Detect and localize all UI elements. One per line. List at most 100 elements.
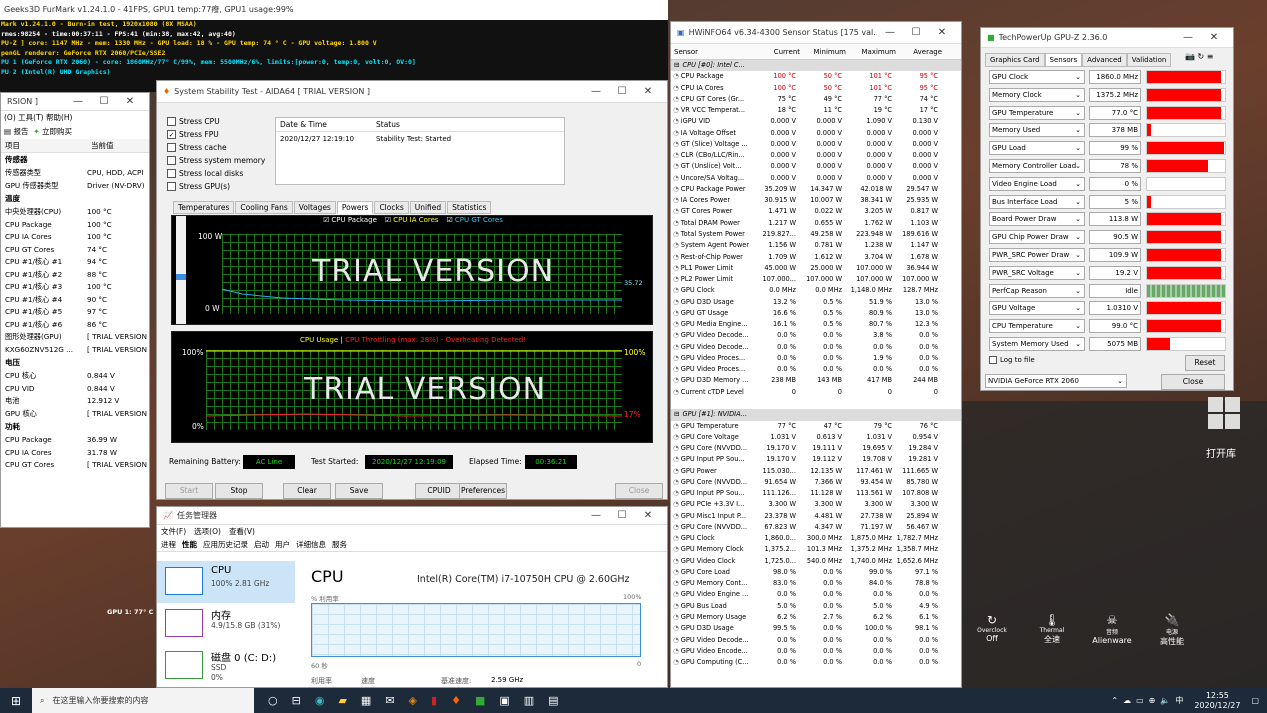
search-box[interactable]: ⌕ 在这里输入你要搜索的内容 bbox=[32, 688, 254, 713]
reset-button[interactable]: Reset bbox=[1185, 355, 1225, 371]
sensor-row[interactable]: ◔ GPU Bus Load 5.0 % 0.0 % 5.0 % 4.9 % bbox=[671, 601, 961, 612]
stress-option[interactable]: Stress CPU bbox=[157, 115, 272, 128]
sensor-row[interactable]: CPU Package 36.99 W bbox=[1, 434, 149, 447]
sensor-row[interactable]: ◔ Uncore/SA Voltag... 0.000 V 0.000 V 0.000 … bbox=[671, 173, 961, 184]
sensor-row[interactable]: ◔ System Agent Power 1.156 W 0.781 W 1.238 W… bbox=[671, 240, 961, 251]
sensor-row[interactable]: ◔ PL2 Power Limit 107.000... 107.000 W 107.0… bbox=[671, 274, 961, 285]
quick-setting[interactable]: ↻ Overclock Off bbox=[962, 613, 1022, 647]
sensor-row[interactable]: ◔ IA Voltage Offset 0.000 V 0.000 V 0.000 V 0… bbox=[671, 128, 961, 139]
minimize-button[interactable]: — bbox=[1175, 32, 1201, 43]
menu-item[interactable]: 查看(V) bbox=[229, 525, 255, 538]
sensor-row[interactable]: 图形处理器(GPU) [ TRIAL VERSION ] bbox=[1, 331, 149, 344]
sensor-row[interactable]: ◔ GPU Media Engine... 16.1 % 0.5 % 80.7 % 12.… bbox=[671, 319, 961, 330]
sensor-row[interactable]: ◔ GPU Video Decode... 0.0 % 0.0 % 0.0 % 0.0 % bbox=[671, 635, 961, 646]
sensor-row[interactable]: ◔ CPU IA Cores 100 °C 50 °C 101 °C 95 °C bbox=[671, 83, 961, 94]
quick-setting[interactable]: 🌡 Thermal 全速 bbox=[1022, 613, 1082, 647]
sensor-row[interactable]: CPU #1/核心 #2 88 °C bbox=[1, 269, 149, 282]
gpuz-tool-icons[interactable]: 📷 ↻ ≡ bbox=[1185, 52, 1213, 61]
menu-item[interactable]: 文件(F) bbox=[161, 525, 186, 538]
sensor-row[interactable]: 中央处理器(CPU) 100 °C bbox=[1, 206, 149, 219]
sensor-row[interactable]: GPU 传感器类型 Driver (NV-DRV) bbox=[1, 180, 149, 193]
sensor-row[interactable]: ◔ CPU GT Cores (Gr... 75 °C 49 °C 77 °C 74 °C bbox=[671, 94, 961, 105]
sensor-row[interactable]: CPU #1/核心 #5 97 °C bbox=[1, 306, 149, 319]
stress-option[interactable]: Stress local disks bbox=[157, 167, 272, 180]
device-select[interactable]: NVIDIA GeForce RTX 2060 ⌄ bbox=[985, 374, 1127, 388]
sensor-row[interactable]: ◔ IA Cores Power 30.915 W 10.007 W 38.341 W 2… bbox=[671, 195, 961, 206]
sensor-row[interactable]: ◔ GPU Memory Usage 6.2 % 2.7 % 6.2 % 6.1 % bbox=[671, 612, 961, 623]
sensor-row[interactable]: ◔ GPU D3D Usage 99.5 % 0.0 % 100.0 % 98.1 % bbox=[671, 623, 961, 634]
close-button[interactable]: ✕ bbox=[635, 510, 661, 521]
perf-item[interactable]: 磁盘 0 (C: D:) SSD 0% bbox=[157, 645, 295, 687]
sensor-row[interactable]: ◔ GPU Video Proces... 0.0 % 0.0 % 1.9 % 0.0 % bbox=[671, 353, 961, 364]
sensor-row[interactable]: ◔ GPU Misc1 Input P... 23.378 W 4.481 W 27.7… bbox=[671, 511, 961, 522]
minimize-button[interactable]: — bbox=[877, 27, 903, 38]
sensor-row[interactable]: ◔ GPU Temperature 77 °C 47 °C 79 °C 76 °C bbox=[671, 421, 961, 432]
gpuz-app-icon[interactable]: ■ bbox=[475, 694, 485, 707]
sensor-row[interactable]: 电池 12.912 V bbox=[1, 395, 149, 408]
gpuz-sensor-name[interactable]: Memory Clock ⌄ bbox=[989, 87, 1085, 102]
sensor-row[interactable]: ◔ GPU Core Load 98.0 % 0.0 % 99.0 % 97.1 % bbox=[671, 567, 961, 578]
clock[interactable]: 12:55 2020/12/27 bbox=[1194, 691, 1240, 711]
sensor-row[interactable]: CPU #1/核心 #1 94 °C bbox=[1, 256, 149, 269]
notifications-icon[interactable]: ▢ bbox=[1251, 696, 1259, 705]
maximize-button[interactable]: ☐ bbox=[609, 510, 635, 521]
sensor-row[interactable]: ◔ PL1 Power Limit 45.000 W 25.000 W 107.000 … bbox=[671, 263, 961, 274]
minimize-button[interactable]: — bbox=[65, 96, 91, 107]
expand-icon[interactable]: ⊟ bbox=[674, 60, 680, 71]
sensor-section[interactable]: 电压 bbox=[1, 356, 149, 370]
tab-validation[interactable]: Validation bbox=[1126, 53, 1172, 67]
sensor-row[interactable]: ◔ GPU Memory Cont... 83.0 % 0.0 % 84.0 % 78.8… bbox=[671, 578, 961, 589]
close-button[interactable]: Close bbox=[615, 483, 663, 499]
gpuz-sensor-name[interactable]: Video Engine Load ⌄ bbox=[989, 176, 1085, 191]
tab-cooling-fans[interactable]: Cooling Fans bbox=[235, 201, 293, 214]
store-icon[interactable]: ▦ bbox=[361, 694, 371, 707]
hwinfo-app-icon[interactable]: ▮ bbox=[431, 694, 437, 707]
start-button[interactable]: Start bbox=[165, 483, 213, 499]
sensor-section[interactable]: 温度 bbox=[1, 192, 149, 206]
close-button[interactable]: ✕ bbox=[929, 27, 955, 38]
windows-start-icon[interactable]: ⊞ bbox=[0, 694, 32, 708]
tab-sensors[interactable]: Sensors bbox=[1044, 53, 1083, 67]
gpuz-sensor-name[interactable]: GPU Clock ⌄ bbox=[989, 70, 1085, 84]
sensor-row[interactable]: CPU #1/核心 #4 90 °C bbox=[1, 294, 149, 307]
globe-icon[interactable]: ⊕ bbox=[1149, 696, 1156, 705]
col-value[interactable]: 当前值 bbox=[91, 139, 114, 152]
tab-graphics-card[interactable]: Graphics Card bbox=[985, 53, 1045, 67]
tab-voltages[interactable]: Voltages bbox=[293, 201, 336, 214]
tab[interactable]: 应用历史记录 bbox=[203, 538, 248, 551]
gpuz-sensor-name[interactable]: PWR_SRC Power Draw ⌄ bbox=[989, 248, 1085, 262]
stress-option[interactable]: Stress cache bbox=[157, 141, 272, 154]
close-button[interactable]: ✕ bbox=[1201, 32, 1227, 43]
minimize-button[interactable]: — bbox=[583, 510, 609, 521]
save-button[interactable]: Save bbox=[335, 483, 383, 499]
sensor-row[interactable]: ◔ GPU PCIe +3.3V I... 3.300 W 3.300 W 3.300 … bbox=[671, 499, 961, 510]
sensor-row[interactable]: CPU 核心 0.844 V bbox=[1, 370, 149, 383]
close-button[interactable]: ✕ bbox=[117, 96, 143, 107]
aida-app-icon[interactable]: ♦ bbox=[451, 694, 461, 707]
menu-item[interactable]: 选项(O) bbox=[194, 525, 221, 538]
chart-app-icon[interactable]: ▥ bbox=[524, 694, 534, 707]
gpuz-sensor-name[interactable]: Memory Used ⌄ bbox=[989, 123, 1085, 138]
column-maximum[interactable]: Maximum bbox=[849, 44, 899, 59]
gpuz-sensor-name[interactable]: PerfCap Reason ⌄ bbox=[989, 283, 1085, 298]
sensor-row[interactable]: CPU VID 0.844 V bbox=[1, 383, 149, 396]
checkbox[interactable]: ✓ bbox=[167, 130, 176, 139]
sensor-row[interactable]: ◔ GT (Slice) Voltage ... 0.000 V 0.000 V 0.0… bbox=[671, 139, 961, 150]
gpuz-close-button[interactable]: Close bbox=[1161, 374, 1225, 390]
checkbox[interactable]: ☑ bbox=[385, 216, 391, 224]
sensor-row[interactable]: ◔ GPU Computing (C... 0.0 % 0.0 % 0.0 % 0.0 % bbox=[671, 657, 961, 668]
tab-advanced[interactable]: Advanced bbox=[1082, 53, 1127, 67]
preferences-button[interactable]: Preferences bbox=[459, 483, 507, 499]
sensor-row[interactable]: ◔ Total DRAM Power 1.217 W 0.655 W 1.762 W 1.… bbox=[671, 218, 961, 229]
tab[interactable]: 用户 bbox=[275, 538, 290, 551]
gpuz-sensor-name[interactable]: PWR_SRC Voltage ⌄ bbox=[989, 265, 1085, 280]
sensor-section[interactable]: 功耗 bbox=[1, 420, 149, 434]
gpuz-sensor-name[interactable]: Bus Interface Load ⌄ bbox=[989, 194, 1085, 209]
monitor-app-icon[interactable]: ▣ bbox=[499, 694, 509, 707]
sensor-row[interactable]: ◔ GPU D3D Memory ... 238 MB 143 MB 417 MB 244… bbox=[671, 375, 961, 386]
sensor-row[interactable]: ◔ Total System Power 219.827... 49.258 W 223… bbox=[671, 229, 961, 240]
battery-icon[interactable]: ▭ bbox=[1136, 696, 1144, 705]
expand-icon[interactable]: ⊟ bbox=[674, 409, 680, 420]
mail-icon[interactable]: ✉ bbox=[385, 694, 394, 707]
sensor-row[interactable]: CPU GT Cores [ TRIAL VERSION ] bbox=[1, 459, 149, 472]
